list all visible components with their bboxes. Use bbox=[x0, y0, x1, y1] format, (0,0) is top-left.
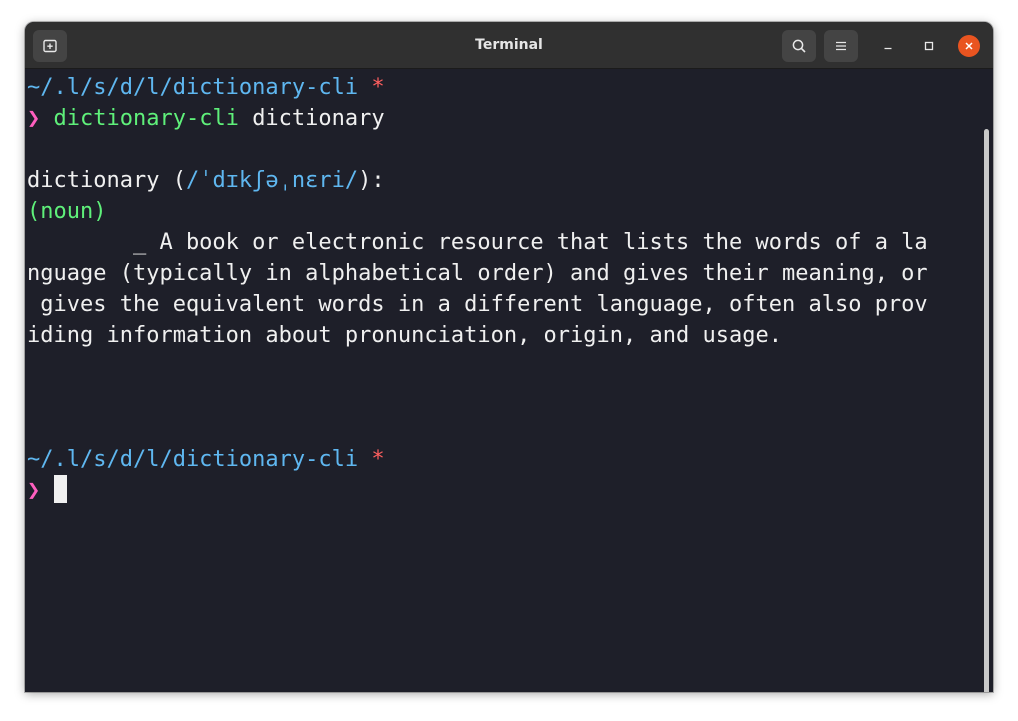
input-line[interactable]: ❯ bbox=[27, 475, 67, 506]
prompt-path-line: ~/.l/s/d/l/dictionary-cli * bbox=[27, 72, 385, 103]
prompt-path: ~/.l/s/d/l/dictionary-cli bbox=[27, 447, 359, 472]
word-heading: dictionary (/ˈdɪkʃəˌnɛri/): bbox=[27, 165, 385, 196]
menu-button[interactable] bbox=[824, 30, 858, 62]
pronunciation: /ˈdɪkʃəˌnɛri/ bbox=[185, 168, 359, 193]
part-of-speech: (noun) bbox=[27, 199, 107, 224]
maximize-icon bbox=[924, 41, 934, 51]
scrollbar[interactable] bbox=[984, 129, 989, 692]
command-name: dictionary-cli bbox=[53, 106, 239, 131]
word: dictionary bbox=[27, 168, 160, 193]
definition-line: _ A book or electronic resource that lis… bbox=[27, 230, 928, 255]
git-dirty-marker: * bbox=[371, 75, 385, 100]
command-argument: dictionary bbox=[252, 106, 385, 131]
prompt-arrow: ❯ bbox=[27, 478, 41, 503]
definition-line: iding information about pronunciation, o… bbox=[27, 323, 782, 348]
text-cursor bbox=[53, 475, 67, 503]
prompt-arrow: ❯ bbox=[27, 106, 41, 131]
prompt-path-line: ~/.l/s/d/l/dictionary-cli * bbox=[27, 444, 385, 475]
minimize-icon bbox=[884, 47, 892, 50]
git-dirty-marker: * bbox=[371, 447, 385, 472]
close-button[interactable] bbox=[958, 35, 980, 57]
search-button[interactable] bbox=[782, 30, 816, 62]
open-paren: ( bbox=[172, 168, 186, 193]
search-icon bbox=[792, 39, 806, 53]
definition-line: nguage (typically in alphabetical order)… bbox=[27, 261, 928, 286]
definition-line: gives the equivalent words in a differen… bbox=[27, 292, 928, 317]
terminal-window: Terminal ~/.l/s/d/l/dictionary-cli * ❯ d… bbox=[25, 22, 993, 692]
hamburger-menu-icon bbox=[836, 41, 846, 51]
terminal-output-area[interactable]: ~/.l/s/d/l/dictionary-cli * ❯ dictionary… bbox=[25, 69, 985, 692]
maximize-button[interactable] bbox=[918, 35, 940, 57]
close-icon bbox=[965, 42, 973, 50]
title-bar: Terminal bbox=[25, 22, 993, 69]
new-tab-icon bbox=[43, 39, 57, 53]
command-line: ❯ dictionary-cli dictionary bbox=[27, 103, 385, 134]
minimize-button[interactable] bbox=[877, 35, 899, 57]
prompt-path: ~/.l/s/d/l/dictionary-cli bbox=[27, 75, 359, 100]
close-paren: ): bbox=[358, 168, 385, 193]
new-tab-button[interactable] bbox=[33, 30, 67, 62]
